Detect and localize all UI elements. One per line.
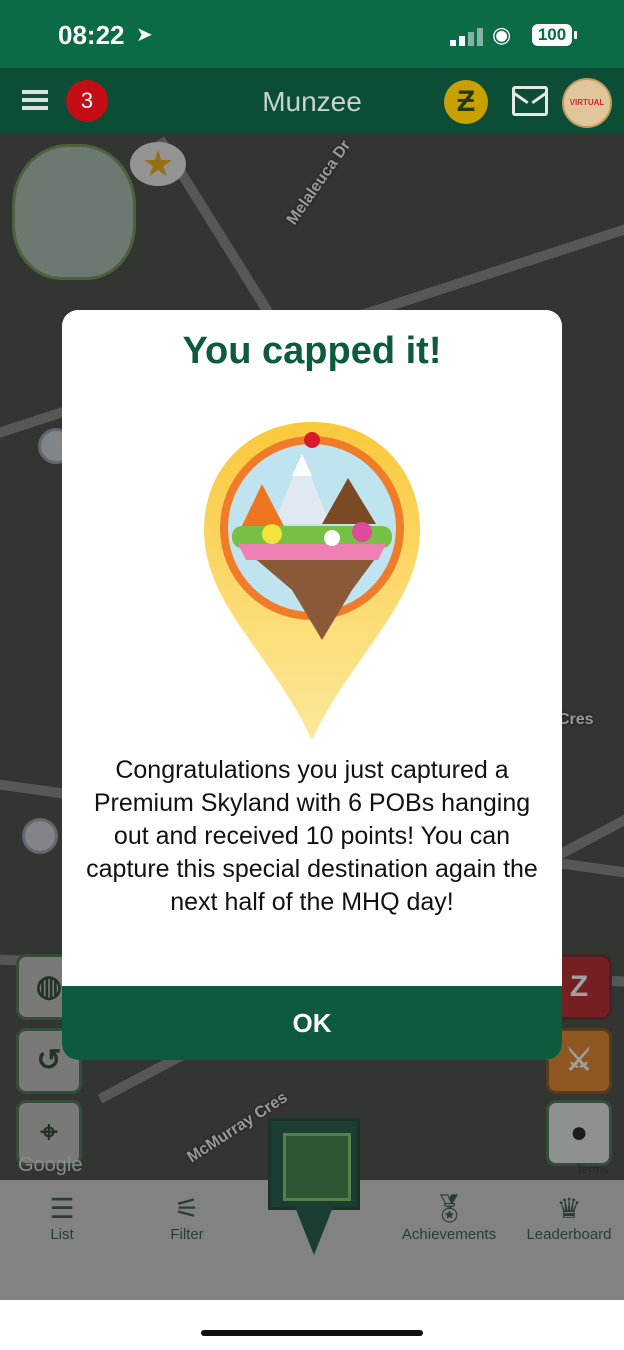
app-header: 3 Munzee Ƶ VIRTUAL xyxy=(0,68,624,134)
home-indicator[interactable] xyxy=(201,1330,423,1336)
ok-button[interactable]: OK xyxy=(62,986,562,1060)
wifi-icon: ◉ xyxy=(492,22,512,47)
battery-indicator: 100 xyxy=(532,24,577,46)
capture-dialog: You capped it! Congratulations you just … xyxy=(62,310,562,1060)
skyland-emblem-icon xyxy=(204,422,420,740)
status-time: 08:22 xyxy=(58,20,125,50)
mail-icon[interactable] xyxy=(512,86,548,116)
location-arrow-icon: ➤ xyxy=(136,24,153,46)
dialog-message: Congratulations you just captured a Prem… xyxy=(86,756,538,916)
cellular-signal-icon xyxy=(450,28,483,46)
dialog-title: You capped it! xyxy=(182,330,442,372)
avatar[interactable]: VIRTUAL xyxy=(562,78,612,128)
zeecoin-icon[interactable]: Ƶ xyxy=(444,80,488,124)
status-bar: 08:22 ➤ ◉ 100 xyxy=(0,0,624,68)
home-indicator-area xyxy=(0,1300,624,1350)
